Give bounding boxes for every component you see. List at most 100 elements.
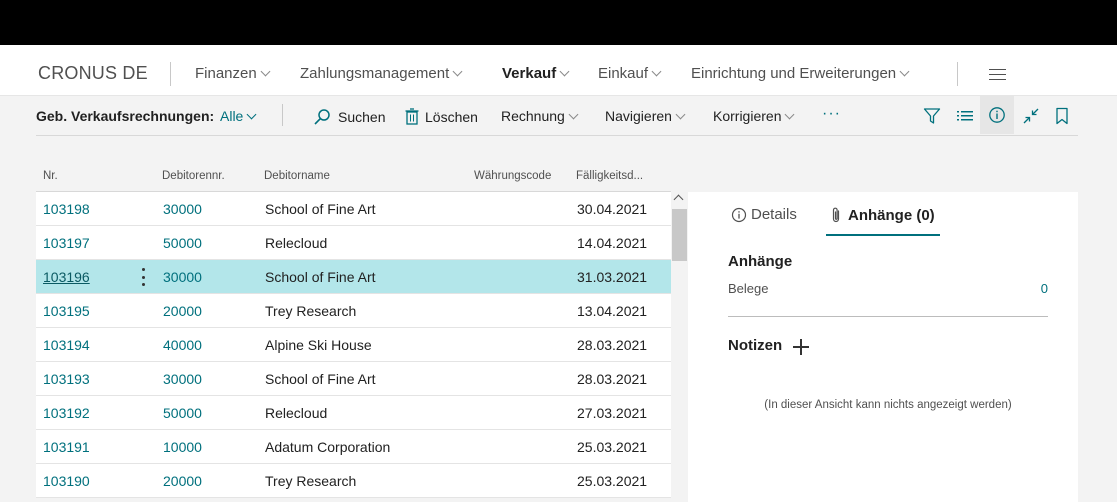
chevron-down-icon bbox=[675, 109, 686, 119]
debitor-number-link[interactable]: 30000 bbox=[163, 269, 202, 285]
info-icon bbox=[731, 207, 747, 222]
chevron-down-icon bbox=[559, 66, 570, 77]
nav-separator bbox=[957, 62, 958, 86]
invoice-list: Nr. Debitorennr. Debitorname Währungscod… bbox=[36, 160, 688, 502]
add-note-icon[interactable] bbox=[793, 339, 809, 355]
column-header-nr[interactable]: Nr. bbox=[43, 170, 58, 182]
invoice-number-link[interactable]: 103196 bbox=[43, 269, 90, 285]
debitor-number-link[interactable]: 50000 bbox=[163, 235, 202, 251]
invoice-number-link[interactable]: 103194 bbox=[43, 337, 90, 353]
due-date: 28.03.2021 bbox=[577, 371, 648, 387]
column-header-debitor-name[interactable]: Debitorname bbox=[264, 170, 330, 182]
nav-item-einrichtung[interactable]: Einrichtung und Erweiterungen bbox=[691, 65, 910, 82]
documents-label: Belege bbox=[728, 281, 769, 296]
nav-item-label: Finanzen bbox=[195, 65, 257, 82]
filter-icon[interactable] bbox=[919, 104, 945, 128]
invoice-number-link[interactable]: 103198 bbox=[43, 201, 90, 217]
invoice-number-link[interactable]: 103192 bbox=[43, 405, 90, 421]
info-pane-icon[interactable] bbox=[980, 96, 1014, 134]
bookmark-icon[interactable] bbox=[1049, 104, 1075, 128]
debitor-name: Relecloud bbox=[265, 235, 328, 251]
invoice-number-link[interactable]: 103193 bbox=[43, 371, 90, 387]
nav-item-label: Einkauf bbox=[598, 65, 649, 82]
collapse-icon[interactable] bbox=[1018, 104, 1044, 128]
tab-attachments[interactable]: Anhänge (0) bbox=[830, 206, 935, 224]
correct-label: Korrigieren bbox=[713, 108, 782, 124]
vertical-scrollbar[interactable] bbox=[671, 192, 688, 502]
debitor-name: Adatum Corporation bbox=[265, 439, 391, 455]
table-row[interactable]: 103197 50000 Relecloud 14.04.2021 bbox=[36, 226, 671, 260]
chevron-down-icon bbox=[246, 109, 257, 119]
debitor-number-link[interactable]: 30000 bbox=[163, 201, 202, 217]
debitor-name: Alpine Ski House bbox=[265, 337, 372, 353]
notes-heading: Notizen bbox=[728, 337, 783, 354]
list-view-icon[interactable] bbox=[952, 104, 978, 128]
due-date: 14.04.2021 bbox=[577, 235, 648, 251]
column-header-due-date[interactable]: Fälligkeitsd... bbox=[576, 170, 643, 182]
debitor-number-link[interactable]: 50000 bbox=[163, 405, 202, 421]
table-row[interactable]: 103191 10000 Adatum Corporation 25.03.2021 bbox=[36, 430, 671, 464]
nav-item-zahlungsmanagement[interactable]: Zahlungsmanagement bbox=[300, 65, 463, 82]
table-row[interactable]: 103198 30000 School of Fine Art 30.04.2021 bbox=[36, 192, 671, 226]
more-options-button[interactable]: ··· bbox=[822, 105, 841, 123]
chevron-down-icon bbox=[568, 109, 579, 119]
navigation-bar: CRONUS DE Finanzen Zahlungsmanagement Ve… bbox=[0, 45, 1117, 96]
row-menu-icon[interactable] bbox=[140, 268, 146, 286]
view-filter-label: Alle bbox=[220, 108, 244, 124]
search-button[interactable]: Suchen bbox=[313, 108, 385, 126]
debitor-name: Trey Research bbox=[265, 303, 357, 319]
list-header: Nr. Debitorennr. Debitorname Währungscod… bbox=[36, 160, 671, 192]
chevron-down-icon bbox=[785, 109, 795, 119]
column-header-debitor-nr[interactable]: Debitorennr. bbox=[162, 170, 225, 182]
table-row[interactable]: 103190 20000 Trey Research 25.03.2021 bbox=[36, 464, 671, 498]
view-filter-dropdown[interactable]: Alle bbox=[220, 108, 257, 124]
debitor-number-link[interactable]: 20000 bbox=[163, 473, 202, 489]
nav-separator bbox=[170, 62, 171, 86]
debitor-number-link[interactable]: 30000 bbox=[163, 371, 202, 387]
invoice-number-link[interactable]: 103190 bbox=[43, 473, 90, 489]
active-tab-indicator bbox=[826, 234, 940, 236]
debitor-number-link[interactable]: 20000 bbox=[163, 303, 202, 319]
nav-item-label: Zahlungsmanagement bbox=[300, 65, 450, 82]
due-date: 25.03.2021 bbox=[577, 439, 648, 455]
chevron-down-icon bbox=[899, 66, 910, 77]
action-bar: Geb. Verkaufsrechnungen: Alle Suchen Lös… bbox=[36, 96, 1078, 136]
invoice-menu[interactable]: Rechnung bbox=[501, 108, 579, 124]
action-separator bbox=[282, 104, 283, 126]
debitor-name: Trey Research bbox=[265, 473, 357, 489]
column-header-currency[interactable]: Währungscode bbox=[474, 170, 551, 182]
debitor-name: Relecloud bbox=[265, 405, 328, 421]
correct-menu[interactable]: Korrigieren bbox=[713, 108, 795, 124]
navigate-menu[interactable]: Navigieren bbox=[605, 108, 686, 124]
debitor-name: School of Fine Art bbox=[265, 371, 376, 387]
invoice-number-link[interactable]: 103191 bbox=[43, 439, 90, 455]
table-row[interactable]: 103195 20000 Trey Research 13.04.2021 bbox=[36, 294, 671, 328]
table-row[interactable]: 103194 40000 Alpine Ski House 28.03.2021 bbox=[36, 328, 671, 362]
nav-item-label: Einrichtung und Erweiterungen bbox=[691, 65, 897, 82]
nav-item-finanzen[interactable]: Finanzen bbox=[195, 65, 271, 82]
invoice-number-link[interactable]: 103195 bbox=[43, 303, 90, 319]
scroll-thumb[interactable] bbox=[672, 209, 687, 261]
divider bbox=[728, 316, 1048, 317]
due-date: 25.03.2021 bbox=[577, 473, 648, 489]
delete-button[interactable]: Löschen bbox=[405, 108, 478, 125]
table-row[interactable]: 103196 30000 School of Fine Art 31.03.2021 bbox=[36, 260, 671, 294]
search-icon bbox=[314, 109, 330, 125]
nav-item-einkauf[interactable]: Einkauf bbox=[598, 65, 662, 82]
documents-count-link[interactable]: 0 bbox=[1041, 281, 1048, 296]
company-name[interactable]: CRONUS DE bbox=[38, 63, 148, 84]
table-row[interactable]: 103192 50000 Relecloud 27.03.2021 bbox=[36, 396, 671, 430]
scroll-up-arrow-icon[interactable] bbox=[673, 194, 684, 205]
nav-item-verkauf[interactable]: Verkauf bbox=[502, 65, 570, 82]
invoice-number-link[interactable]: 103197 bbox=[43, 235, 90, 251]
chevron-down-icon bbox=[452, 66, 463, 77]
tab-details[interactable]: Details bbox=[731, 206, 797, 223]
debitor-name: School of Fine Art bbox=[265, 201, 376, 217]
debitor-number-link[interactable]: 40000 bbox=[163, 337, 202, 353]
due-date: 31.03.2021 bbox=[577, 269, 648, 285]
chevron-down-icon bbox=[260, 66, 271, 77]
debitor-name: School of Fine Art bbox=[265, 269, 376, 285]
debitor-number-link[interactable]: 10000 bbox=[163, 439, 202, 455]
table-row[interactable]: 103193 30000 School of Fine Art 28.03.2021 bbox=[36, 362, 671, 396]
menu-icon[interactable] bbox=[989, 69, 1006, 80]
